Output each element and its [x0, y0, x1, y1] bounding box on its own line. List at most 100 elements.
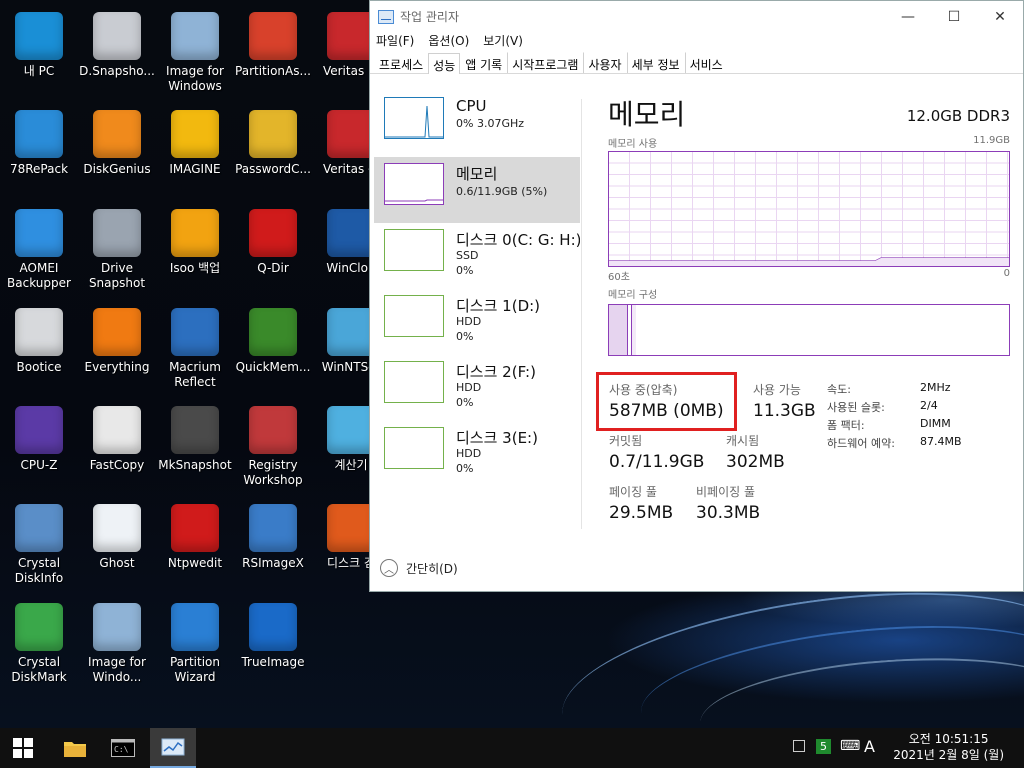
taskbar-command-prompt[interactable]: C:\ [100, 728, 146, 768]
sidebar-item-usage: 0% [456, 462, 474, 475]
desktop-icon[interactable]: Ghost [78, 500, 156, 596]
desktop-icon[interactable]: AOMEI Backupper [0, 205, 78, 301]
fewer-details-button[interactable]: ︿ 간단히(D) [380, 559, 458, 577]
desktop-icon[interactable]: Registry Workshop [234, 402, 312, 498]
sidebar-item-label: CPU [456, 97, 487, 115]
desktop-icon[interactable]: 78RePack [0, 106, 78, 202]
crystal-disk-icon [15, 504, 63, 552]
cpu-spark-line [385, 105, 443, 138]
committed-value: 0.7/11.9GB [609, 452, 705, 472]
tab-strip: 프로세스 성능 앱 기록 시작프로그램 사용자 세부 정보 서비스 [370, 52, 1023, 74]
desktop-icon[interactable]: Everything [78, 304, 156, 400]
desktop-icon[interactable]: Crystal DiskMark [0, 599, 78, 695]
tab-details[interactable]: 세부 정보 [626, 52, 685, 73]
desktop-icon[interactable]: CPU-Z [0, 402, 78, 498]
sidebar-item-disk-1[interactable]: 디스크 1(D:) HDD 0% [374, 289, 580, 355]
tab-services[interactable]: 서비스 [684, 52, 728, 73]
tab-startup[interactable]: 시작프로그램 [507, 52, 583, 73]
desktop-icon[interactable]: D.Snapsho... [78, 8, 156, 104]
menu-view[interactable]: 보기(V) [483, 32, 523, 52]
magnifier-icon [93, 308, 141, 356]
menu-options[interactable]: 옵션(O) [428, 32, 469, 52]
start-button[interactable] [0, 728, 46, 768]
keyboard-icon[interactable]: ⌨ [840, 738, 860, 754]
desktop-icon[interactable]: PasswordC... [234, 106, 312, 202]
memory-detail-panel: 메모리 12.0GB DDR3 메모리 사용 11.9GB 60초 0 메모리 … [608, 93, 1010, 356]
sidebar-item-disk-3[interactable]: 디스크 3(E:) HDD 0% [374, 421, 580, 487]
desktop-icon[interactable]: QuickMem... [234, 304, 312, 400]
desktop-icon[interactable]: IMAGINE [156, 106, 234, 202]
desktop-icon[interactable]: Isoo 백업 [156, 205, 234, 301]
memory-composition-bar [608, 304, 1010, 356]
desktop-peek-icon[interactable] [793, 740, 805, 752]
desktop-icon-label: 78RePack [9, 162, 69, 176]
ime-indicator[interactable]: A [864, 737, 875, 756]
memory-usage-line [609, 257, 1009, 266]
desktop-icon[interactable]: Image for Windo... [78, 599, 156, 695]
sidebar-item-cpu[interactable]: CPU 0% 3.07GHz [374, 91, 580, 157]
desktop-icon-label: Crystal DiskMark [11, 655, 67, 684]
desktop-icon-label: IMAGINE [169, 162, 221, 176]
ghost-icon [93, 504, 141, 552]
desktop-icon[interactable]: Partition Wizard [156, 599, 234, 695]
desktop-icon[interactable]: Macrium Reflect [156, 304, 234, 400]
desktop-icon-label: Q-Dir [257, 261, 289, 275]
task-manager-window: 작업 관리자 — ☐ ✕ 파일(F) 옵션(O) 보기(V) 프로세스 성능 앱… [369, 0, 1024, 592]
desktop-icon[interactable]: MkSnapshot [156, 402, 234, 498]
desktop-icon[interactable]: Drive Snapshot [78, 205, 156, 301]
desktop-icon-label: FastCopy [89, 458, 145, 472]
memory-usage-max: 11.9GB [973, 135, 1010, 146]
trueimage-icon [249, 603, 297, 651]
sidebar-item-disk-2[interactable]: 디스크 2(F:) HDD 0% [374, 355, 580, 421]
desktop-icon[interactable]: Bootice [0, 304, 78, 400]
memory-composition-label: 메모리 구성 [608, 290, 658, 301]
tab-performance[interactable]: 성능 [428, 53, 461, 74]
sidebar-item-label: 디스크 0(C: G: H:) [456, 231, 580, 249]
sidebar-item-type: HDD [456, 447, 482, 460]
sidebar-divider [581, 99, 582, 529]
cubes-icon [249, 406, 297, 454]
tray-badge-icon[interactable]: 5 [816, 739, 831, 754]
sunflower-icon [171, 110, 219, 158]
desktop-icon[interactable]: Ntpwedit [156, 500, 234, 596]
menu-file[interactable]: 파일(F) [376, 32, 414, 52]
desktop-icon-label: Everything [84, 360, 150, 374]
desktop-icon[interactable]: PartitionAs... [234, 8, 312, 104]
desktop-icon[interactable]: TrueImage [234, 599, 312, 695]
desktop-icon[interactable]: Crystal DiskInfo [0, 500, 78, 596]
desktop-icon[interactable]: FastCopy [78, 402, 156, 498]
camera-icon [93, 209, 141, 257]
tab-processes[interactable]: 프로세스 [374, 52, 428, 73]
desktop-icon-label: PasswordC... [235, 162, 311, 176]
tab-app-history[interactable]: 앱 기록 [460, 52, 507, 73]
winclon-icon [327, 209, 375, 257]
sidebar-item-label: 디스크 3(E:) [456, 429, 538, 447]
hardware-reserved-label: 하드웨어 예약: [827, 437, 895, 450]
taskbar-task-manager[interactable] [150, 728, 196, 768]
paged-pool-value: 29.5MB [609, 503, 674, 523]
winntsetup-icon [327, 308, 375, 356]
wand-icon [171, 603, 219, 651]
desktop-icon[interactable]: Q-Dir [234, 205, 312, 301]
disk-mini-graph [384, 229, 444, 271]
minimize-button[interactable]: — [885, 9, 931, 25]
taskbar-file-explorer[interactable] [52, 728, 98, 768]
maximize-button[interactable]: ☐ [931, 9, 977, 25]
clock-date: 2021년 2월 8일 (월) [893, 748, 1004, 762]
desktop-icon[interactable]: RSImageX [234, 500, 312, 596]
desktop-icon[interactable]: 내 PC [0, 8, 78, 104]
close-button[interactable]: ✕ [977, 9, 1023, 25]
available-value: 11.3GB [753, 401, 816, 421]
tab-users[interactable]: 사용자 [583, 52, 626, 73]
sidebar-item-usage: 0% [456, 264, 474, 277]
sidebar-item-memory[interactable]: 메모리 0.6/11.9GB (5%) [374, 157, 580, 223]
title-bar[interactable]: 작업 관리자 — ☐ ✕ [370, 1, 1023, 32]
sidebar-item-detail: 0% 3.07GHz [456, 117, 525, 130]
system-clock[interactable]: 오전 10:51:15 2021년 2월 8일 (월) [893, 731, 1004, 763]
refresh-icon [15, 209, 63, 257]
speed-value: 2MHz [920, 381, 951, 394]
sidebar-item-disk-0[interactable]: 디스크 0(C: G: H:) SSD 0% [374, 223, 580, 289]
desktop-icon[interactable]: Image for Windows [156, 8, 234, 104]
desktop-icon[interactable]: DiskGenius [78, 106, 156, 202]
performance-sidebar: CPU 0% 3.07GHz 메모리 0.6/11.9GB (5%) 디스크 0… [374, 91, 580, 487]
